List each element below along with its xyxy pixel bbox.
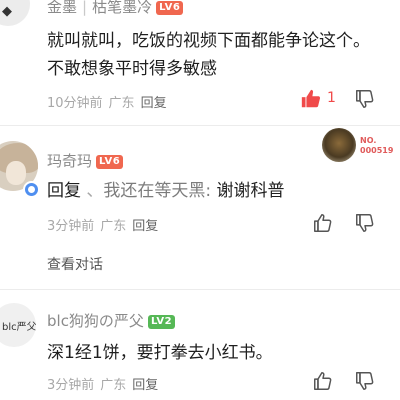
- avatar[interactable]: ◆: [0, 0, 30, 26]
- thumbs-up-icon: [301, 89, 321, 108]
- dislike-button[interactable]: [354, 212, 376, 234]
- comment-location: 广东: [100, 219, 127, 234]
- thumbs-down-icon: [356, 90, 374, 108]
- reply-button[interactable]: 回复: [141, 96, 167, 111]
- comment-meta: 3分钟前 广东 回复: [47, 374, 164, 393]
- comment-username[interactable]: 玛奇玛 LV6: [47, 150, 124, 171]
- avatar[interactable]: blc严父: [0, 303, 36, 347]
- comment-content: 深1经1饼，要打拳去小红书。: [47, 339, 273, 367]
- comment-location: 广东: [108, 96, 135, 111]
- comment-location: 广东: [100, 378, 127, 393]
- comment-content: 就叫就叫，吃饭的视频下面都能争论这个。 不敢想象平时得多敏感: [47, 27, 370, 83]
- like-button[interactable]: [312, 212, 334, 234]
- verified-badge-icon: [23, 181, 40, 198]
- level-badge: LV2: [147, 315, 176, 329]
- thumbs-up-icon: [314, 372, 332, 390]
- comment-text: 深1经1饼，要打拳去小红书。: [47, 343, 273, 363]
- comment-content: 回复 、我还在等天黑: 谢谢科普: [47, 177, 285, 205]
- name-separator: |: [82, 0, 88, 16]
- comment-divider: [0, 289, 400, 290]
- username-text: 金墨: [47, 0, 78, 16]
- comment-time: 3分钟前: [47, 378, 95, 393]
- calligraphy-avatar-image: ◆: [2, 4, 12, 19]
- like-button[interactable]: 1: [300, 88, 350, 110]
- comment-meta: 10分钟前 广东 回复: [47, 92, 173, 111]
- thumbs-down-icon: [356, 372, 374, 390]
- medal-number: NO. 000519: [360, 136, 394, 155]
- dislike-button[interactable]: [354, 370, 376, 392]
- comment-username[interactable]: blc狗狗の严父 LV2: [47, 310, 176, 331]
- reply-target-user[interactable]: 我还在等天黑:: [103, 181, 211, 201]
- user-title: 枯笔墨冷: [92, 0, 153, 16]
- reply-prefix: 回复: [47, 181, 81, 201]
- comment-time: 10分钟前: [47, 96, 103, 111]
- thumbs-up-icon: [314, 214, 332, 232]
- level-badge: LV6: [156, 1, 184, 15]
- username-text: 玛奇玛: [47, 152, 93, 170]
- like-button[interactable]: [312, 370, 334, 392]
- medal-avatar-image: [322, 128, 356, 162]
- avatar-text: blc严父: [2, 322, 36, 333]
- dislike-button[interactable]: [354, 88, 376, 110]
- avatar-face-shape: [6, 161, 26, 185]
- comment-time: 3分钟前: [47, 219, 95, 234]
- medal-badge: NO. 000519: [320, 126, 400, 166]
- comment-line: 不敢想象平时得多敏感: [47, 59, 217, 79]
- thumbs-down-icon: [356, 214, 374, 232]
- comment-meta: 3分钟前 广东 回复: [47, 215, 164, 234]
- reply-button[interactable]: 回复: [132, 219, 158, 234]
- like-count: 1: [327, 90, 336, 106]
- reply-button[interactable]: 回复: [132, 378, 158, 393]
- comment-text: 谢谢科普: [216, 181, 285, 201]
- username-text: blc狗狗の严父: [47, 312, 144, 330]
- comment-username[interactable]: 金墨 | 枯笔墨冷 LV6: [47, 0, 184, 17]
- level-badge: LV6: [96, 155, 124, 169]
- view-dialog-link[interactable]: 查看对话: [47, 254, 103, 274]
- reply-arrow: 、: [86, 181, 104, 201]
- comment-line: 就叫就叫，吃饭的视频下面都能争论这个。: [47, 31, 370, 51]
